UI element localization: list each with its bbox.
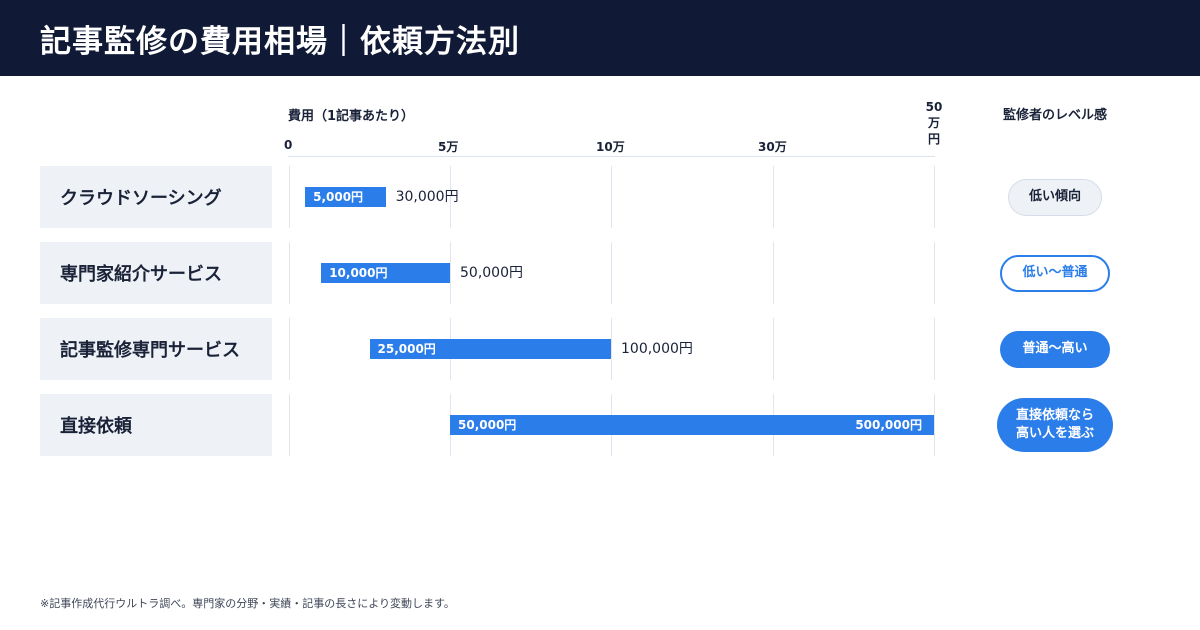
category-label-box: 直接依頼 <box>40 394 272 456</box>
level-badge: 低い〜普通 <box>1000 254 1110 292</box>
category-label: 専門家紹介サービス <box>60 264 222 285</box>
bar-max-label: 30,000円 <box>395 189 459 205</box>
level-badge-line: 直接依頼なら <box>1015 408 1094 423</box>
level-badge-line: 低い〜普通 <box>1022 265 1088 280</box>
category-label-box: 専門家紹介サービス <box>40 242 272 304</box>
category-label-box: 記事監修専門サービス <box>40 318 272 380</box>
level-badge-line: 普通〜高い <box>1022 341 1088 356</box>
grid-line <box>289 242 290 304</box>
x-tick-label: 5万 <box>438 140 459 154</box>
bar-max-label: 500,000円 <box>855 418 922 432</box>
bar-max-label: 100,000円 <box>621 341 693 357</box>
header-banner: 記事監修の費用相場｜依頼方法別 <box>0 0 1200 76</box>
bar-min-label: 50,000円 <box>458 418 517 432</box>
grid-line <box>289 318 290 380</box>
category-label-box: クラウドソーシング <box>40 166 272 228</box>
grid-line <box>611 166 612 228</box>
grid-line <box>450 242 451 304</box>
grid-line <box>773 166 774 228</box>
bar-min-label: 25,000円 <box>377 342 436 356</box>
level-badge-line: 低い傾向 <box>1028 189 1081 204</box>
level-badge: 低い傾向 <box>1008 178 1102 216</box>
grid-line <box>934 166 935 228</box>
x-axis-line <box>288 156 935 157</box>
x-tick-label: 30万 <box>758 140 787 154</box>
level-badge: 普通〜高い <box>1000 330 1110 368</box>
bar-max-label: 50,000円 <box>460 265 523 281</box>
grid-line <box>611 318 612 380</box>
level-badge: 直接依頼なら 高い人を選ぶ <box>997 398 1113 452</box>
grid-line <box>934 394 935 456</box>
bar-min-label: 10,000円 <box>329 266 388 280</box>
x-tick-label: 10万 <box>596 140 625 154</box>
grid-line <box>934 242 935 304</box>
level-column-header: 監修者のレベル感 <box>1002 108 1107 123</box>
bar-min-label: 5,000円 <box>313 190 364 204</box>
category-label: 記事監修専門サービス <box>60 340 240 361</box>
x-tick-label: 50 万円 <box>925 100 943 146</box>
grid-line <box>611 242 612 304</box>
x-tick-label: 0 <box>284 138 293 152</box>
grid-line <box>289 394 290 456</box>
grid-line <box>773 318 774 380</box>
category-label: 直接依頼 <box>60 416 132 437</box>
category-label: クラウドソーシング <box>60 188 222 209</box>
axis-title: 費用（1記事あたり） <box>288 109 415 124</box>
level-badge-line: 高い人を選ぶ <box>1015 426 1094 441</box>
page-title: 記事監修の費用相場｜依頼方法別 <box>40 24 520 60</box>
footnote: ※記事作成代行ウルトラ調べ。専門家の分野・実績・記事の長さにより変動します。 <box>40 597 455 610</box>
grid-line <box>773 242 774 304</box>
grid-line <box>934 318 935 380</box>
grid-line <box>289 166 290 228</box>
